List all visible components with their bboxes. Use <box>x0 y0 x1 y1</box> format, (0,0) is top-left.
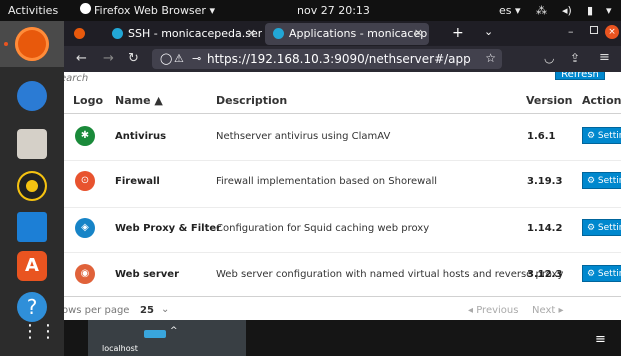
activities-button[interactable]: Activities <box>8 4 58 17</box>
firefox-icon <box>74 28 85 39</box>
cockpit-favicon-icon <box>273 28 284 39</box>
list-tabs-button[interactable]: ⌄ <box>484 25 493 38</box>
writer-icon[interactable] <box>17 212 47 242</box>
clock[interactable]: nov 27 20:13 <box>297 4 370 17</box>
cockpit-favicon-icon <box>112 28 123 39</box>
volume-icon[interactable]: ◂) <box>562 4 572 17</box>
tab-ssh[interactable]: SSH - monicacepeda.serv × <box>104 23 262 45</box>
table-row: ◉ Web server Web server configuration wi… <box>64 254 621 301</box>
hamburger-menu-icon[interactable]: ≡ <box>599 50 610 65</box>
cockpit-bottom-bar: ^ localhost ≡ <box>64 320 621 356</box>
forward-arrow-icon[interactable]: → <box>103 51 114 66</box>
bookmark-star-icon[interactable]: ☆ <box>485 51 496 65</box>
column-header-name[interactable]: Name ▲ <box>115 94 163 107</box>
software-icon[interactable]: A <box>17 251 47 281</box>
firefox-icon <box>80 3 91 14</box>
column-header-description[interactable]: Description <box>216 94 287 107</box>
keyboard-layout-indicator[interactable]: es ▾ <box>499 4 521 17</box>
settings-button[interactable]: ⚙ Settings <box>582 265 621 282</box>
firefox-icon[interactable] <box>15 27 49 61</box>
hamburger-menu-icon[interactable]: ≡ <box>595 332 606 347</box>
show-apps-icon[interactable]: ⋮⋮ <box>21 321 57 343</box>
tab-applications[interactable]: Applications - monicacep × <box>265 23 429 45</box>
network-icon[interactable]: ⁂ <box>536 4 547 17</box>
new-tab-button[interactable]: + <box>452 25 464 41</box>
next-page-button[interactable]: Next ▸ <box>532 305 564 316</box>
back-arrow-icon[interactable]: ← <box>76 51 87 66</box>
column-header-action: Action <box>582 94 621 107</box>
minimize-window-button[interactable]: – <box>568 25 574 38</box>
app-name: Firewall <box>115 176 160 187</box>
column-header-logo: Logo <box>73 94 103 107</box>
host-icon <box>144 330 166 338</box>
header-divider <box>64 113 621 114</box>
navigation-bar: ← → ↻ ◯ ⚠ ⊸ https://192.168.10.3:9090/ne… <box>64 46 621 72</box>
column-header-version[interactable]: Version <box>526 94 573 107</box>
tab-label: SSH - monicacepeda.serv <box>128 27 262 40</box>
rhythmbox-icon[interactable] <box>17 171 47 201</box>
tab-label: Applications - monicacep <box>289 27 428 40</box>
footer-divider <box>64 296 621 297</box>
close-tab-icon[interactable]: × <box>414 26 423 39</box>
firewall-logo-icon: ⊙ <box>75 171 95 191</box>
gnome-top-bar: Activities Firefox Web Browser ▾ nov 27 … <box>0 0 621 21</box>
app-menu[interactable]: Firefox Web Browser ▾ <box>94 4 215 17</box>
table-row: ✱ Antivirus Nethserver antivirus using C… <box>64 116 621 163</box>
url-text[interactable]: https://192.168.10.3:9090/nethserver#/ap… <box>207 52 479 66</box>
refresh-button[interactable]: Refresh <box>555 72 605 80</box>
share-icon[interactable]: ⇪ <box>570 51 580 65</box>
host-switcher[interactable]: ^ localhost <box>88 320 246 356</box>
app-version: 1.14.2 <box>527 223 563 234</box>
files-icon[interactable] <box>17 129 47 159</box>
maximize-window-button[interactable] <box>590 26 598 34</box>
app-name: Web server <box>115 269 179 280</box>
lock-warning-icon[interactable]: ⚠ <box>174 52 184 65</box>
settings-button[interactable]: ⚙ Settings <box>582 219 621 236</box>
pinned-tab[interactable] <box>70 23 92 45</box>
close-tab-icon[interactable]: × <box>247 26 256 39</box>
table-row: ⊙ Firewall Firewall implementation based… <box>64 161 621 208</box>
help-icon[interactable]: ? <box>17 292 47 322</box>
shield-icon[interactable]: ◯ <box>160 52 172 65</box>
app-name: Antivirus <box>115 131 167 142</box>
reload-icon[interactable]: ↻ <box>128 51 139 66</box>
antivirus-logo-icon: ✱ <box>75 126 95 146</box>
app-description: Firewall implementation based on Shorewa… <box>216 176 438 187</box>
caret-down-icon[interactable]: ▾ <box>606 4 612 17</box>
app-description: Web server configuration with named virt… <box>216 269 564 280</box>
chevron-up-icon[interactable]: ^ <box>170 326 178 336</box>
web-server-logo-icon: ◉ <box>75 264 95 284</box>
host-label: localhost <box>102 344 138 353</box>
search-input[interactable] <box>64 72 180 84</box>
previous-page-button[interactable]: ◂ Previous <box>468 305 518 316</box>
dock: A ? ⋮⋮ <box>0 21 64 356</box>
web-proxy-logo-icon: ◈ <box>75 218 95 238</box>
thunderbird-icon[interactable] <box>17 81 47 111</box>
table-row: ◈ Web Proxy & Filter Configuration for S… <box>64 208 621 255</box>
rows-per-page-label: ows per page <box>64 305 130 316</box>
app-version: 1.6.1 <box>527 131 556 142</box>
app-description: Configuration for Squid caching web prox… <box>216 223 430 234</box>
settings-button[interactable]: ⚙ Settings <box>582 127 621 144</box>
browser-tab-bar: SSH - monicacepeda.serv × Applications -… <box>64 21 621 46</box>
battery-icon[interactable]: ▮ <box>587 4 593 17</box>
applications-page: Refresh Logo Name ▲ Description Version … <box>64 72 621 320</box>
row-divider <box>64 252 621 253</box>
pocket-icon[interactable]: ◡ <box>544 51 554 65</box>
running-indicator <box>4 42 8 46</box>
app-description: Nethserver antivirus using ClamAV <box>216 131 391 142</box>
close-window-button[interactable]: × <box>605 25 619 39</box>
settings-button[interactable]: ⚙ Settings <box>582 172 621 189</box>
chevron-down-icon[interactable]: ⌄ <box>161 304 169 315</box>
app-name: Web Proxy & Filter <box>115 223 222 234</box>
url-bar[interactable]: ◯ ⚠ ⊸ https://192.168.10.3:9090/nethserv… <box>152 49 502 69</box>
key-icon[interactable]: ⊸ <box>192 52 201 65</box>
app-version: 3.12.3 <box>527 269 563 280</box>
rows-per-page-select[interactable]: 25 <box>140 305 154 316</box>
app-version: 3.19.3 <box>527 176 563 187</box>
